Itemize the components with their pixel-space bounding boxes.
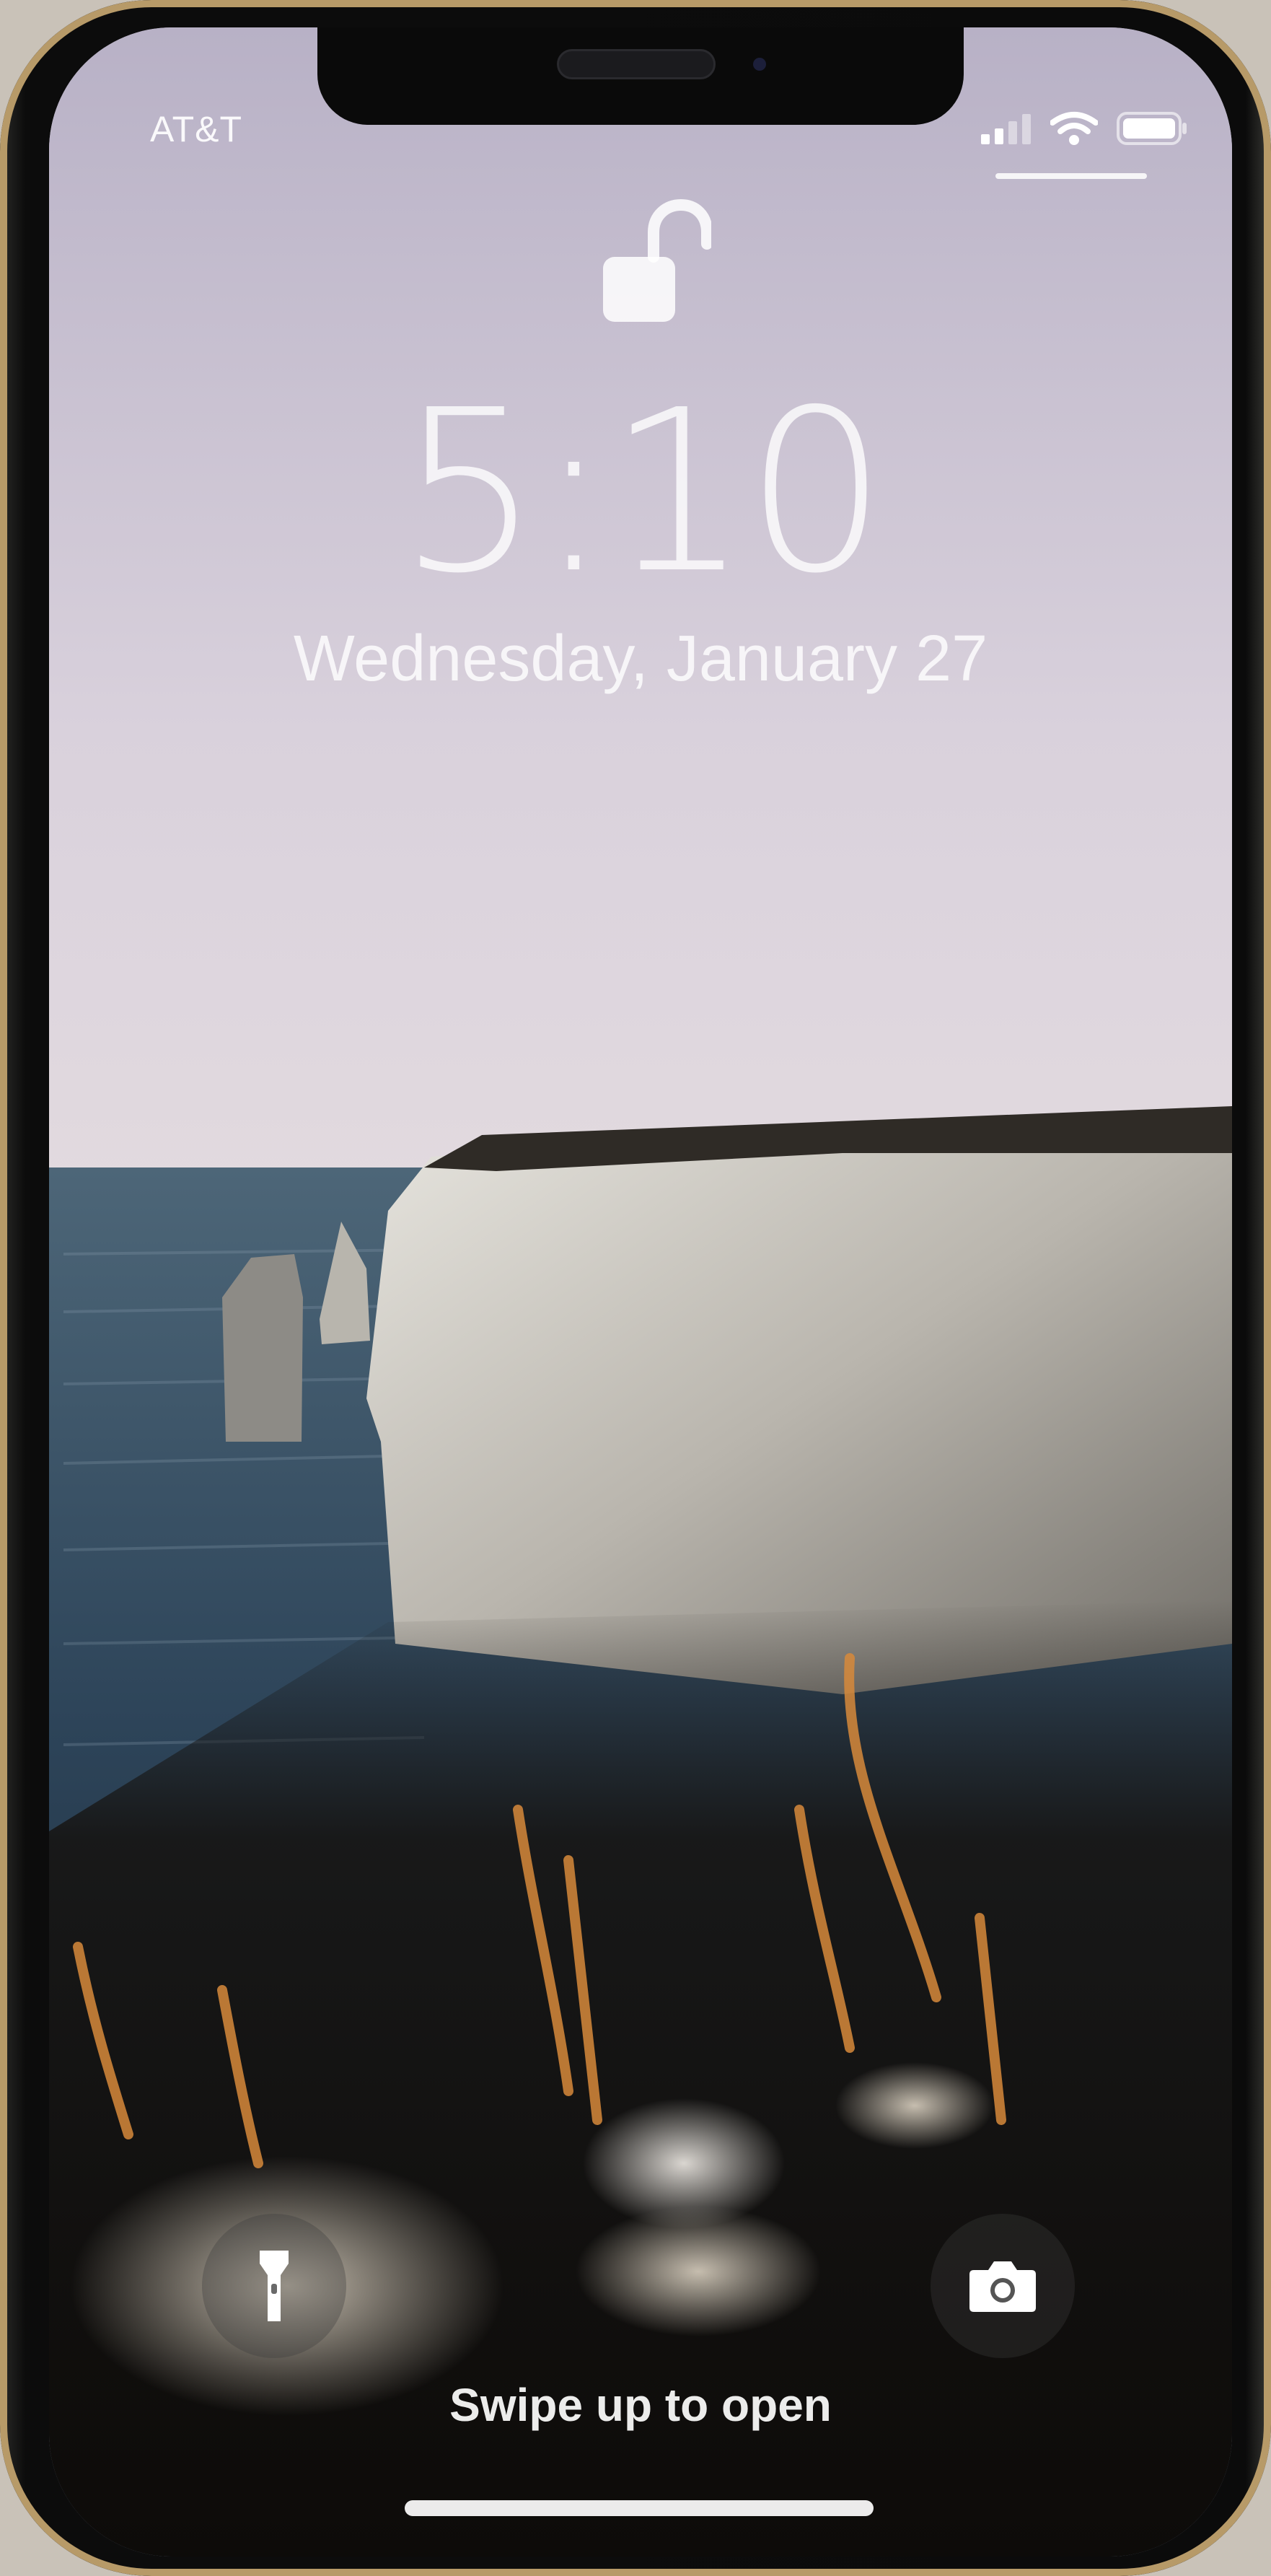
- camera-button[interactable]: [931, 2214, 1075, 2358]
- lock-screen-time: 5:10: [397, 362, 887, 623]
- display-notch: [317, 27, 964, 125]
- flashlight-icon: [260, 2251, 289, 2321]
- carrier-label: AT&T: [150, 109, 243, 149]
- status-icons: [981, 107, 1189, 150]
- flashlight-button[interactable]: [202, 2214, 346, 2358]
- swipe-up-hint: Swipe up to open: [449, 2379, 832, 2431]
- camera-icon: [969, 2261, 1036, 2312]
- unlocked-padlock-icon: [603, 199, 711, 322]
- battery-icon: [1117, 112, 1187, 145]
- phone-device: AT&T 5:10 Wednesday, January 27 Swipe up…: [0, 0, 1271, 2576]
- cellular-signal-icon: [981, 114, 1031, 144]
- lock-screen[interactable]: AT&T 5:10 Wednesday, January 27 Swipe up…: [49, 27, 1232, 2557]
- earpiece-speaker: [557, 49, 716, 79]
- control-center-indicator[interactable]: [995, 173, 1147, 179]
- wifi-icon: [1050, 112, 1098, 145]
- lock-screen-date: Wednesday, January 27: [293, 623, 988, 695]
- front-camera: [753, 58, 766, 71]
- home-indicator[interactable]: [405, 2500, 874, 2516]
